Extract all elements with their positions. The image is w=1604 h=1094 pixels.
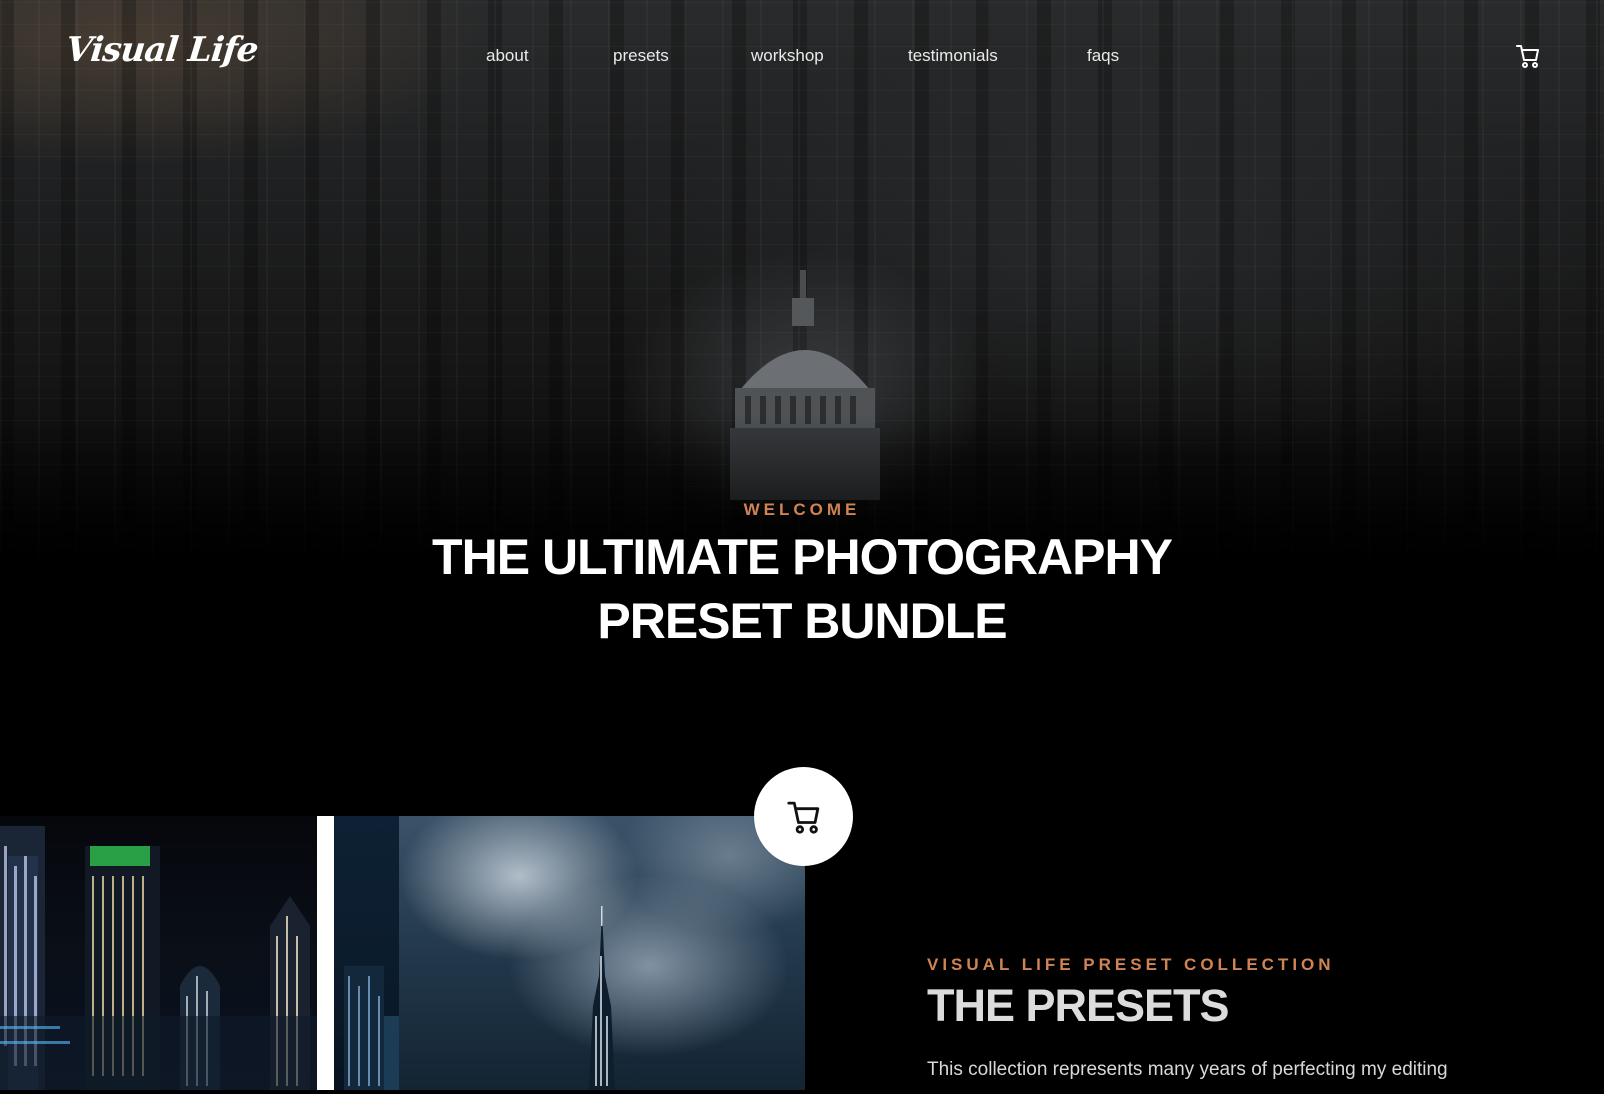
nav-presets[interactable]: presets (613, 46, 669, 66)
image-divider (317, 816, 334, 1090)
presets-eyebrow: VISUAL LIFE PRESET COLLECTION (927, 955, 1335, 974)
city-blue-image (334, 816, 399, 1090)
nav-about[interactable]: about (486, 46, 529, 66)
hero-eyebrow: WELCOME (743, 500, 861, 519)
add-to-cart-button[interactable] (754, 767, 853, 866)
presets-description: This collection represents many years of… (927, 1059, 1448, 1080)
city-night-image (0, 816, 317, 1090)
nav-testimonials[interactable]: testimonials (908, 46, 998, 66)
nav-workshop[interactable]: workshop (751, 46, 824, 66)
hero-headline: THE ULTIMATE PHOTOGRAPHY PRESET BUNDLE (0, 525, 1604, 653)
main-nav: about presets workshop testimonials faqs (0, 46, 1604, 70)
presets-title: THE PRESETS (927, 980, 1230, 1031)
tower-clouds-image (399, 816, 805, 1090)
hero-background (0, 0, 1604, 575)
hero-headline-line1: THE ULTIMATE PHOTOGRAPHY (432, 529, 1173, 585)
nav-faqs[interactable]: faqs (1087, 46, 1119, 66)
cart-icon (787, 801, 820, 834)
cart-icon[interactable] (1516, 43, 1540, 69)
hero-headline-line2: PRESET BUNDLE (597, 593, 1007, 649)
